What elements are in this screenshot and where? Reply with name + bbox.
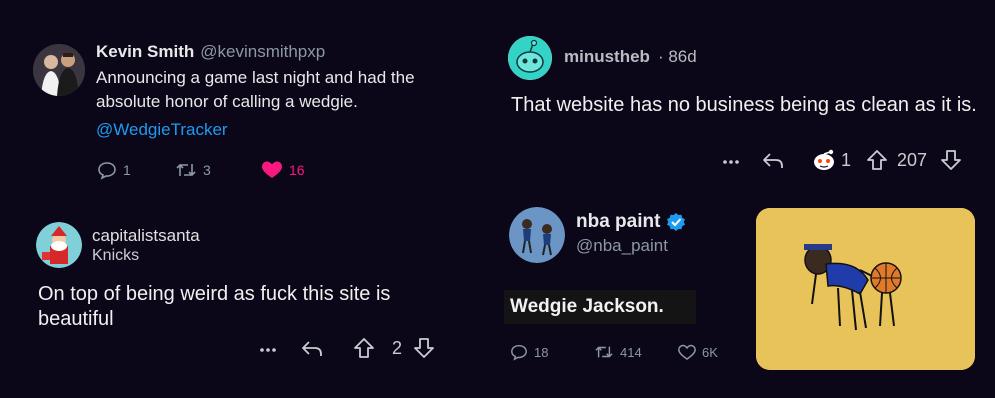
reply-count: 18 (534, 344, 549, 360)
reply-icon[interactable] (761, 149, 811, 171)
avatar[interactable] (508, 36, 552, 80)
mention-link[interactable]: @WedgieTracker (96, 120, 228, 140)
tweet-image[interactable] (756, 208, 975, 370)
reply-icon (97, 160, 117, 180)
retweet-icon (594, 343, 614, 361)
heart-icon (678, 344, 696, 361)
comment-text: That website has no business being as cl… (511, 94, 977, 116)
reply-button[interactable]: 18 (510, 343, 594, 361)
tweet-text: Announcing a game last night and had the… (96, 68, 415, 111)
tweet-caption: Wedgie Jackson. (510, 296, 664, 317)
retweet-count: 414 (620, 344, 642, 360)
reply-button[interactable]: 1 (97, 160, 175, 180)
downvote-icon[interactable] (412, 336, 436, 360)
heart-icon (261, 160, 283, 180)
reply-count: 1 (123, 162, 131, 178)
retweet-button[interactable]: 414 (594, 343, 678, 361)
upvote-icon[interactable] (352, 336, 392, 360)
avatar[interactable] (36, 222, 82, 268)
caption-box: Wedgie Jackson. (504, 290, 696, 324)
avatar[interactable] (509, 207, 565, 263)
vote-count: 2 (392, 337, 403, 358)
upvote-icon[interactable] (865, 148, 897, 172)
retweet-button[interactable]: 3 (175, 160, 261, 180)
username[interactable]: minustheb (564, 47, 650, 67)
retweet-count: 3 (203, 162, 211, 178)
like-button[interactable]: 6K (678, 344, 718, 361)
author-name[interactable]: Kevin Smith (96, 42, 194, 62)
like-count: 6K (702, 344, 718, 360)
downvote-icon[interactable] (939, 148, 963, 172)
author-handle[interactable]: @kevinsmithpxp (200, 42, 325, 62)
like-count: 16 (289, 162, 305, 178)
comment-text: On top of being weird as fuck this site … (38, 283, 391, 330)
user-flair: Knicks (92, 247, 140, 264)
award-icon[interactable] (811, 147, 841, 173)
username[interactable]: capitalistsanta (92, 226, 200, 246)
like-button[interactable]: 16 (261, 160, 305, 180)
avatar[interactable] (33, 44, 85, 96)
author-handle[interactable]: @nba_paint (576, 236, 668, 256)
award-count: 1 (841, 149, 852, 170)
author-name[interactable]: nba paint (576, 211, 660, 233)
more-options-icon[interactable] (258, 338, 300, 358)
more-options-icon[interactable] (721, 150, 761, 170)
verified-badge-icon (666, 212, 686, 232)
reply-icon[interactable] (300, 337, 352, 359)
retweet-icon (175, 160, 197, 180)
vote-count: 207 (897, 149, 928, 170)
reply-icon (510, 343, 528, 361)
comment-age: · 86d (657, 47, 697, 66)
